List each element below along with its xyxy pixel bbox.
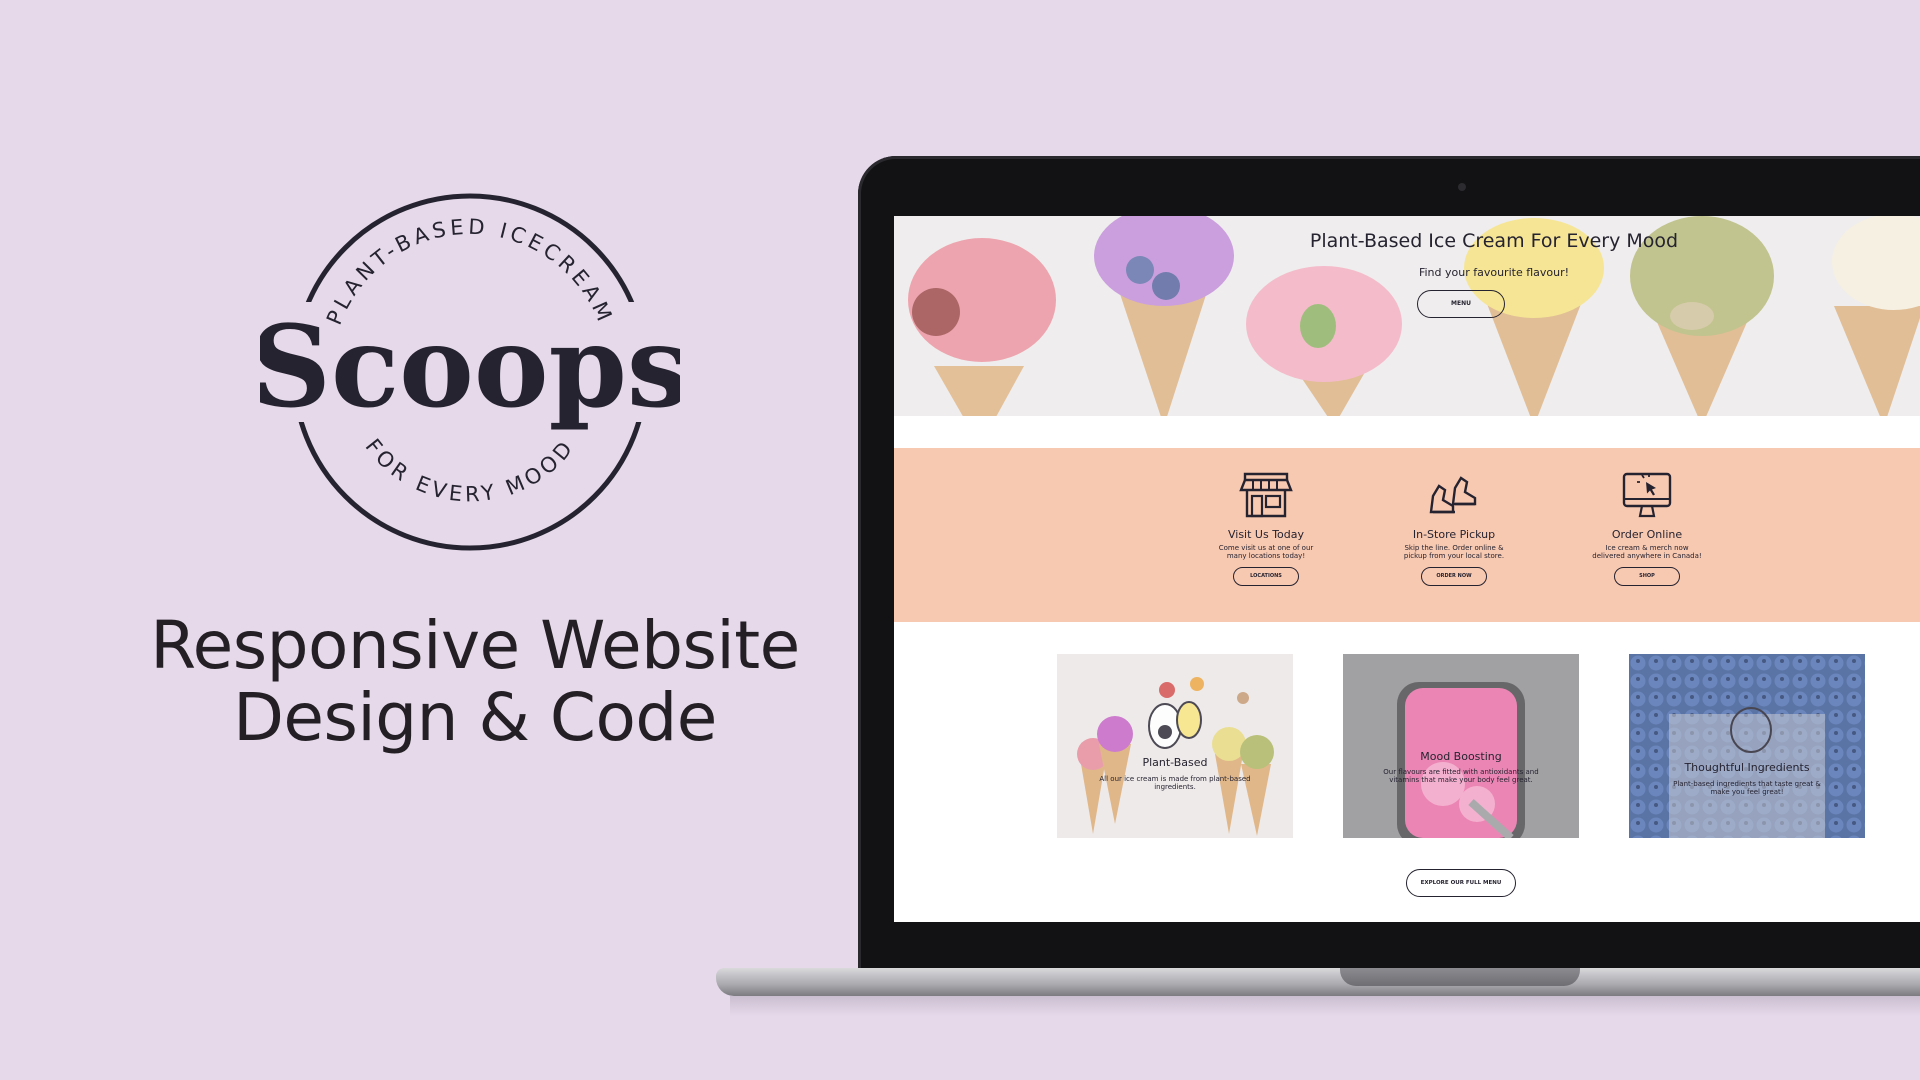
card-title: Thoughtful Ingredients	[1684, 761, 1810, 774]
feature-order-online: Order Online Ice cream & merch now deliv…	[1577, 466, 1717, 586]
mood-boosting-photo	[1343, 654, 1579, 838]
shop-button[interactable]: SHOP	[1614, 567, 1680, 586]
feature-title: In-Store Pickup	[1412, 528, 1496, 541]
card-text: Our flavours are fitted with antioxidant…	[1383, 768, 1539, 784]
card-title: Mood Boosting	[1420, 750, 1502, 763]
card-title: Plant-Based	[1142, 756, 1208, 769]
plant-based-photo	[1057, 654, 1293, 838]
feature-in-store-pickup: In-Store Pickup Skip the line. Order onl…	[1384, 466, 1524, 586]
feature-title: Order Online	[1611, 528, 1683, 541]
explore-full-menu-button[interactable]: EXPLORE OUR FULL MENU	[1406, 869, 1516, 897]
features-band: Visit Us Today Come visit us at one of o…	[894, 448, 1920, 622]
feature-text: Ice cream & merch now delivered anywhere…	[1592, 544, 1702, 560]
feature-visit-us: Visit Us Today Come visit us at one of o…	[1196, 466, 1336, 586]
card-text: All our ice cream is made from plant-bas…	[1099, 775, 1251, 791]
feature-text: Skip the line. Order online & pickup fro…	[1403, 544, 1505, 560]
card-mood-boosting[interactable]: Mood Boosting Our flavours are fitted wi…	[1343, 654, 1579, 838]
hero-title: Plant-Based Ice Cream For Every Mood	[1309, 230, 1679, 252]
card-plant-based[interactable]: Plant-Based All our ice cream is made fr…	[1057, 654, 1293, 838]
card-thoughtful-ingredients[interactable]: Thoughtful Ingredients Plant-based ingre…	[1629, 654, 1865, 838]
camera-icon	[1458, 183, 1466, 191]
feature-text: Come visit us at one of our many locatio…	[1218, 544, 1314, 560]
locations-button[interactable]: LOCATIONS	[1233, 567, 1299, 586]
order-now-button[interactable]: ORDER NOW	[1421, 567, 1487, 586]
logo-arc-bottom: FOR EVERY MOOD	[361, 434, 580, 506]
menu-button[interactable]: MENU	[1417, 290, 1505, 318]
hero-subtitle: Find your favourite flavour!	[1418, 266, 1570, 279]
scoops-logo: PLANT-BASED ICECREAM Scoops FOR EVERY MO…	[250, 182, 690, 562]
card-text: Plant-based ingredients that taste great…	[1673, 780, 1821, 796]
feature-title: Visit Us Today	[1227, 528, 1305, 541]
logo-wordmark: Scoops	[260, 302, 680, 433]
headline-line-2: Design & Code	[233, 679, 717, 756]
laptop-base	[716, 968, 1920, 996]
headline: Responsive Website Design & Code	[80, 610, 870, 754]
blueberries-photo	[1629, 654, 1865, 838]
laptop-hinge-notch	[1340, 968, 1580, 986]
storefront-icon	[1239, 472, 1293, 518]
laptop-screen: Plant-Based Ice Cream For Every Mood Fin…	[894, 216, 1920, 922]
hero-banner: Plant-Based Ice Cream For Every Mood Fin…	[894, 216, 1920, 416]
laptop-reflection	[730, 996, 1920, 1016]
headline-line-1: Responsive Website	[150, 607, 800, 684]
walking-feet-icon	[1429, 476, 1477, 514]
computer-click-icon	[1622, 472, 1672, 518]
